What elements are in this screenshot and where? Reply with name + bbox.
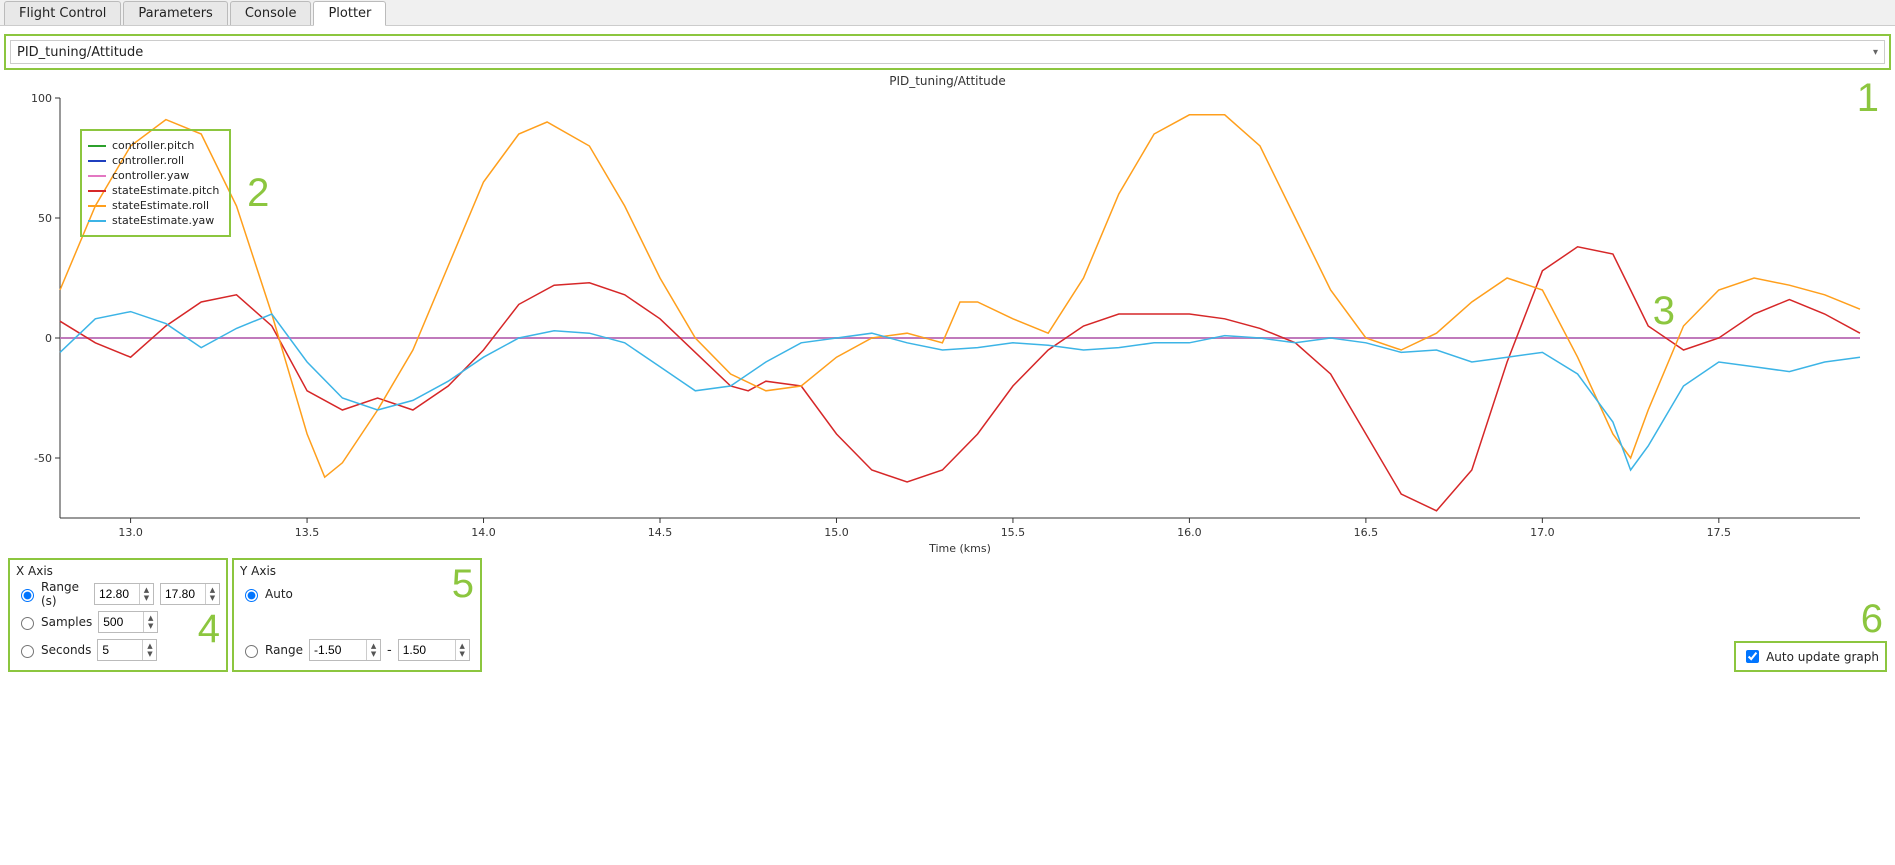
- svg-text:100: 100: [31, 92, 52, 105]
- svg-text:17.5: 17.5: [1707, 526, 1732, 539]
- legend: controller.pitch controller.roll control…: [80, 129, 231, 237]
- legend-item: controller.yaw: [88, 169, 219, 182]
- spinner-arrows-icon[interactable]: ▲▼: [205, 584, 219, 604]
- chart-area: PID_tuning/Attitude -50 0 50 100 13.0 13.5 14.…: [10, 74, 1885, 558]
- xaxis-samples-radio[interactable]: Samples: [16, 614, 92, 630]
- yaxis-controls: Y Axis Auto Range ▲▼ - ▲▼ 5: [232, 558, 482, 672]
- svg-text:-50: -50: [34, 452, 52, 465]
- legend-item: controller.roll: [88, 154, 219, 167]
- chevron-down-icon: ▾: [1873, 47, 1878, 58]
- svg-text:14.0: 14.0: [471, 526, 496, 539]
- tab-bar: Flight Control Parameters Console Plotte…: [0, 0, 1895, 26]
- yaxis-range-from[interactable]: ▲▼: [309, 639, 381, 661]
- tab-plotter[interactable]: Plotter: [313, 1, 386, 26]
- svg-text:14.5: 14.5: [648, 526, 673, 539]
- tab-flight-control[interactable]: Flight Control: [4, 1, 121, 25]
- chart-canvas: -50 0 50 100 13.0 13.5 14.0 14.5 15.0 15.5 16.0 16.…: [10, 88, 1880, 558]
- spinner-arrows-icon[interactable]: ▲▼: [143, 612, 157, 632]
- yaxis-range-radio[interactable]: Range: [240, 642, 303, 658]
- spinner-arrows-icon[interactable]: ▲▼: [455, 640, 469, 660]
- plot-selector-region: PID_tuning/Attitude ▾ 1: [4, 34, 1891, 70]
- auto-update-checkbox[interactable]: [1746, 650, 1759, 663]
- auto-update-label: Auto update graph: [1766, 650, 1879, 664]
- xaxis-range-from[interactable]: ▲▼: [94, 583, 154, 605]
- annotation-6: 6: [1861, 597, 1883, 642]
- legend-swatch: [88, 190, 106, 192]
- xaxis-seconds-radio[interactable]: Seconds: [16, 642, 91, 658]
- svg-text:13.5: 13.5: [295, 526, 320, 539]
- xaxis-range-to[interactable]: ▲▼: [160, 583, 220, 605]
- legend-swatch: [88, 160, 106, 162]
- tab-console[interactable]: Console: [230, 1, 312, 25]
- svg-text:16.0: 16.0: [1177, 526, 1202, 539]
- xaxis-range-radio[interactable]: Range (s): [16, 580, 88, 608]
- legend-item: stateEstimate.pitch: [88, 184, 219, 197]
- spinner-arrows-icon[interactable]: ▲▼: [366, 640, 380, 660]
- spinner-arrows-icon[interactable]: ▲▼: [142, 640, 156, 660]
- svg-text:50: 50: [38, 212, 52, 225]
- legend-swatch: [88, 205, 106, 207]
- legend-item: stateEstimate.yaw: [88, 214, 219, 227]
- plot-config-dropdown[interactable]: PID_tuning/Attitude ▾: [10, 40, 1885, 64]
- legend-item: controller.pitch: [88, 139, 219, 152]
- tab-parameters[interactable]: Parameters: [123, 1, 227, 25]
- xaxis-controls: X Axis Range (s) ▲▼ ▲▼ Samples ▲▼ Second…: [8, 558, 228, 672]
- xaxis-seconds[interactable]: ▲▼: [97, 639, 157, 661]
- svg-text:13.0: 13.0: [118, 526, 143, 539]
- xaxis-samples[interactable]: ▲▼: [98, 611, 158, 633]
- plot-config-value: PID_tuning/Attitude: [17, 45, 143, 60]
- yaxis-title: Y Axis: [240, 564, 474, 578]
- svg-text:17.0: 17.0: [1530, 526, 1555, 539]
- chart-title: PID_tuning/Attitude: [10, 74, 1885, 88]
- auto-update-region: Auto update graph 6: [1734, 641, 1887, 672]
- bottom-controls: X Axis Range (s) ▲▼ ▲▼ Samples ▲▼ Second…: [0, 558, 1895, 680]
- svg-text:16.5: 16.5: [1354, 526, 1379, 539]
- yaxis-auto-radio[interactable]: Auto: [240, 586, 312, 602]
- svg-text:15.5: 15.5: [1001, 526, 1026, 539]
- legend-item: stateEstimate.roll: [88, 199, 219, 212]
- svg-text:15.0: 15.0: [824, 526, 849, 539]
- legend-swatch: [88, 175, 106, 177]
- yaxis-range-to[interactable]: ▲▼: [398, 639, 470, 661]
- svg-text:0: 0: [45, 332, 52, 345]
- legend-swatch: [88, 220, 106, 222]
- svg-text:Time (kms): Time (kms): [928, 542, 991, 555]
- legend-swatch: [88, 145, 106, 147]
- spinner-arrows-icon[interactable]: ▲▼: [139, 584, 153, 604]
- xaxis-title: X Axis: [16, 564, 220, 578]
